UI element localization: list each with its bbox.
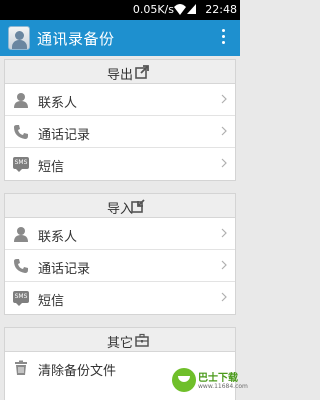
section-title: 导入 [106,202,133,217]
export-section: 导出 联系人 通话记录 SMS 短信 [4,59,236,181]
section-header-import: 导入 [5,194,235,218]
person-icon [14,227,28,242]
import-section: 导入 联系人 通话记录 SMS 短信 [4,193,236,315]
toolbox-icon [135,333,149,347]
phone-icon [14,259,28,273]
wifi-icon [174,4,186,15]
sms-icon: SMS [13,157,29,172]
item-label: 联系人 [38,96,78,111]
phone-icon [14,125,28,139]
watermark-text: 巴士下载 [198,373,238,384]
item-label: 通话记录 [38,128,91,143]
clock: 22:48 [205,3,237,16]
status-bar: 0.05K/s 22:48 [0,0,240,20]
network-speed: 0.05K/s [132,3,174,16]
list-item-export-call-log[interactable]: 通话记录 [5,116,235,148]
sms-icon: SMS [13,291,29,306]
section-header-other: 其它 [5,328,235,352]
chevron-right-icon [221,158,227,168]
overflow-menu-icon[interactable] [222,29,226,47]
item-label: 通话记录 [38,262,91,277]
watermark: 巴士下载 www.11684.com [172,368,248,398]
item-label: 短信 [38,294,65,309]
list-item-export-sms[interactable]: SMS 短信 [5,148,235,180]
app-title: 通讯录备份 [37,30,115,48]
item-label: 短信 [38,160,65,175]
chevron-right-icon [221,292,227,302]
section-header-export: 导出 [5,60,235,84]
chevron-right-icon [221,260,227,270]
trash-icon [15,360,27,375]
item-label: 清除备份文件 [38,364,117,379]
list-item-import-call-log[interactable]: 通话记录 [5,250,235,282]
section-title: 其它 [106,336,133,351]
signal-icon [187,4,196,14]
chevron-right-icon [221,228,227,238]
chevron-right-icon [221,126,227,136]
item-label: 联系人 [38,230,78,245]
watermark-url: www.11684.com [198,383,248,390]
person-icon [14,93,28,108]
list-item-export-contacts[interactable]: 联系人 [5,84,235,116]
import-icon [131,199,145,213]
watermark-logo-icon [172,368,196,392]
export-icon [135,65,149,79]
app-bar: 通讯录备份 [0,20,240,56]
list-item-import-sms[interactable]: SMS 短信 [5,282,235,314]
chevron-right-icon [221,94,227,104]
app-logo-icon [8,26,30,50]
section-title: 导出 [106,68,133,83]
list-item-import-contacts[interactable]: 联系人 [5,218,235,250]
